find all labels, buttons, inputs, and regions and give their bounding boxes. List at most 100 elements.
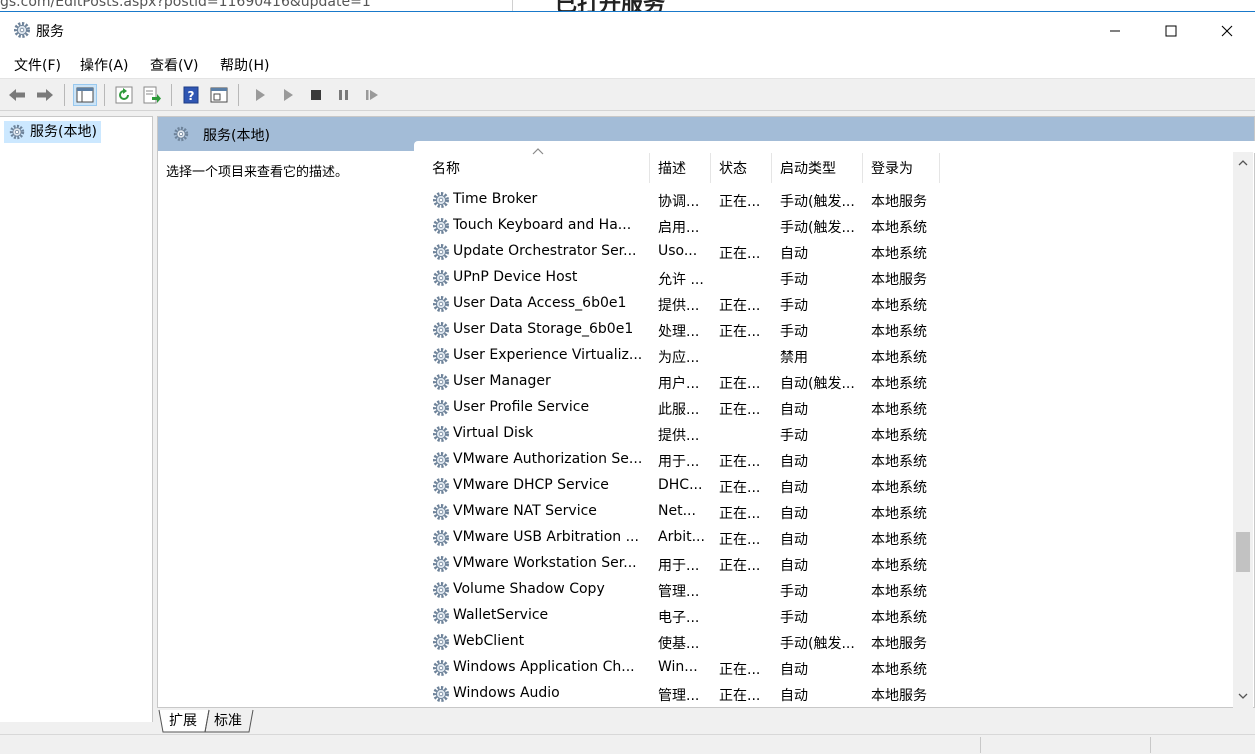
column-header-status[interactable]: 状态	[719, 158, 747, 178]
service-startup-type: 自动	[780, 480, 808, 496]
column-header-logon-as[interactable]: 登录为	[871, 158, 913, 178]
show-hide-console-tree-button[interactable]	[73, 84, 97, 106]
service-logon-as: 本地系统	[871, 376, 927, 392]
menu-view[interactable]: 查看(V)	[150, 55, 199, 75]
scrollbar-thumb[interactable]	[1236, 532, 1250, 572]
service-logon-as: 本地服务	[871, 272, 927, 288]
menu-file[interactable]: 文件(F)	[14, 55, 61, 75]
table-row[interactable]: UPnP Device Host 允许 ... 手动 本地服务	[415, 265, 1235, 291]
service-name: Time Broker	[453, 191, 538, 207]
service-startup-type: 手动	[780, 428, 808, 444]
service-name: Windows Audio	[453, 685, 560, 701]
table-row[interactable]: WebClient 使基... 手动(触发... 本地服务	[415, 629, 1235, 655]
export-list-icon	[143, 86, 161, 104]
column-divider[interactable]	[710, 153, 711, 183]
tree-item-services-local[interactable]: 服务(本地)	[4, 121, 101, 143]
export-list-button[interactable]	[140, 84, 164, 106]
table-row[interactable]: User Experience Virtualiz... 为应... 禁用 本地系统	[415, 343, 1235, 369]
main-pane-title: 服务(本地)	[203, 128, 270, 144]
services-window: 服务 文件(F) 操作(A) 查看(V) 帮助(H) ? 服务(本地) 服务(本…	[0, 11, 1255, 754]
table-row[interactable]: User Profile Service 此服... 正在... 自动 本地系统	[415, 395, 1235, 421]
tree-item-label: 服务(本地)	[30, 124, 97, 140]
table-row[interactable]: VMware DHCP Service DHC... 正在... 自动 本地系统	[415, 473, 1235, 499]
status-segment-divider	[1150, 737, 1151, 753]
service-status: 正在...	[719, 454, 761, 470]
menu-help[interactable]: 帮助(H)	[220, 55, 269, 75]
table-row[interactable]: Volume Shadow Copy 管理... 手动 本地系统	[415, 577, 1235, 603]
service-description: Net...	[658, 503, 696, 519]
table-row[interactable]: Windows Audio 管理... 正在... 自动 本地服务	[415, 681, 1235, 707]
column-divider[interactable]	[649, 153, 650, 183]
pause-service-button[interactable]	[332, 84, 356, 106]
service-description: 处理...	[658, 324, 700, 340]
vertical-scrollbar[interactable]	[1233, 152, 1253, 708]
service-description: 用于...	[658, 454, 700, 470]
column-header-startup-type[interactable]: 启动类型	[780, 158, 836, 178]
table-row[interactable]: Time Broker 协调... 正在... 手动(触发... 本地服务	[415, 187, 1235, 213]
description-hint: 选择一个项目来查看它的描述。	[166, 165, 349, 180]
tab-extended[interactable]: 扩展	[169, 710, 197, 732]
svg-text:?: ?	[188, 89, 195, 103]
service-logon-as: 本地系统	[871, 246, 927, 262]
service-logon-as: 本地系统	[871, 350, 927, 366]
toolbar-separator	[238, 84, 239, 106]
service-startup-type: 自动	[780, 688, 808, 704]
refresh-button[interactable]	[112, 84, 136, 106]
scroll-up-arrow-icon[interactable]	[1237, 157, 1249, 169]
table-row[interactable]: WalletService 电子... 手动 本地系统	[415, 603, 1235, 629]
table-row[interactable]: Update Orchestrator Ser... Uso... 正在... 自动 本…	[415, 239, 1235, 265]
start-service-button[interactable]	[248, 84, 272, 106]
title-bar[interactable]: 服务	[0, 12, 1255, 49]
close-button[interactable]	[1198, 12, 1255, 49]
forward-button[interactable]	[33, 84, 57, 106]
service-name: User Profile Service	[453, 399, 590, 415]
help-button[interactable]: ?	[179, 84, 203, 106]
menu-action[interactable]: 操作(A)	[80, 55, 129, 75]
service-gear-icon	[433, 270, 449, 286]
maximize-button[interactable]	[1142, 12, 1200, 49]
start-service-alt-button[interactable]	[276, 84, 300, 106]
table-row[interactable]: Windows Application Ch... Win... 正在... 自动 本地…	[415, 655, 1235, 681]
service-startup-type: 手动	[780, 610, 808, 626]
tab-standard[interactable]: 标准	[214, 710, 242, 732]
service-status: 正在...	[719, 688, 761, 704]
service-logon-as: 本地系统	[871, 506, 927, 522]
back-button[interactable]	[5, 84, 29, 106]
table-row[interactable]: VMware NAT Service Net... 正在... 自动 本地系统	[415, 499, 1235, 525]
stop-service-button[interactable]	[304, 84, 328, 106]
minimize-icon	[1110, 30, 1120, 31]
scroll-down-arrow-icon[interactable]	[1237, 690, 1249, 702]
table-row[interactable]: User Data Access_6b0e1 提供... 正在... 手动 本地系统	[415, 291, 1235, 317]
service-startup-type: 自动	[780, 506, 808, 522]
column-divider[interactable]	[939, 153, 940, 183]
service-logon-as: 本地系统	[871, 532, 927, 548]
service-name: VMware USB Arbitration ...	[453, 529, 639, 545]
toolbar: ?	[0, 80, 1255, 111]
service-status: 正在...	[719, 662, 761, 678]
service-logon-as: 本地服务	[871, 688, 927, 704]
table-row[interactable]: Virtual Disk 提供... 手动 本地系统	[415, 421, 1235, 447]
column-divider[interactable]	[862, 153, 863, 183]
table-row[interactable]: VMware Authorization Se... 用于... 正在... 自动 本地…	[415, 447, 1235, 473]
column-header-description[interactable]: 描述	[658, 158, 686, 178]
service-gear-icon	[433, 452, 449, 468]
table-row[interactable]: Touch Keyboard and Ha... 启用... 手动(触发... 本地系…	[415, 213, 1235, 239]
service-description: 电子...	[658, 610, 700, 626]
column-divider[interactable]	[771, 153, 772, 183]
resume-service-button[interactable]	[360, 84, 384, 106]
service-name: VMware DHCP Service	[453, 477, 609, 493]
table-row[interactable]: VMware USB Arbitration ... Arbit... 正在... 自…	[415, 525, 1235, 551]
minimize-button[interactable]	[1086, 12, 1144, 49]
service-startup-type: 自动	[780, 532, 808, 548]
table-row[interactable]: User Manager 用户... 正在... 自动(触发... 本地系统	[415, 369, 1235, 395]
service-gear-icon	[433, 660, 449, 676]
properties-button[interactable]	[207, 84, 231, 106]
service-description: 此服...	[658, 402, 700, 418]
table-row[interactable]: User Data Storage_6b0e1 处理... 正在... 手动 本地系统	[415, 317, 1235, 343]
maximize-icon	[1165, 25, 1177, 36]
service-logon-as: 本地系统	[871, 584, 927, 600]
service-status: 正在...	[719, 324, 761, 340]
column-header-name[interactable]: 名称	[432, 158, 460, 178]
table-row[interactable]: VMware Workstation Ser... 用于... 正在... 自动 本地系…	[415, 551, 1235, 577]
service-logon-as: 本地系统	[871, 402, 927, 418]
